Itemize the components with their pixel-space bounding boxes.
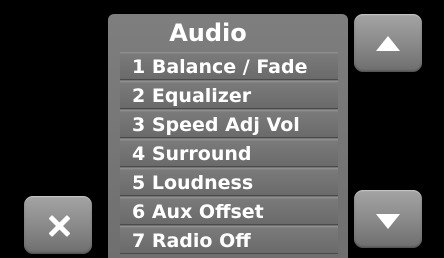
arrow-up-icon: [376, 36, 400, 51]
menu-item-radio-off[interactable]: 7 Radio Off: [120, 226, 338, 254]
menu-item-equalizer[interactable]: 2 Equalizer: [120, 81, 338, 109]
menu-title: Audio: [169, 19, 247, 47]
close-icon: [48, 215, 70, 237]
arrow-down-icon: [376, 214, 400, 229]
audio-menu-screen: Audio 1 Balance / Fade 2 Equalizer 3 Spe…: [0, 0, 444, 258]
scroll-down-button[interactable]: [354, 190, 422, 248]
menu-item-loudness[interactable]: 5 Loudness: [120, 168, 338, 196]
menu-item-surround[interactable]: 4 Surround: [120, 139, 338, 167]
scroll-up-button[interactable]: [354, 14, 422, 72]
menu-item-aux-offset[interactable]: 6 Aux Offset: [120, 197, 338, 225]
menu-item-balance-fade[interactable]: 1 Balance / Fade: [120, 52, 338, 80]
menu-item-speed-adj-vol[interactable]: 3 Speed Adj Vol: [120, 110, 338, 138]
audio-menu-panel: Audio 1 Balance / Fade 2 Equalizer 3 Spe…: [108, 14, 348, 258]
close-button[interactable]: [24, 196, 92, 254]
